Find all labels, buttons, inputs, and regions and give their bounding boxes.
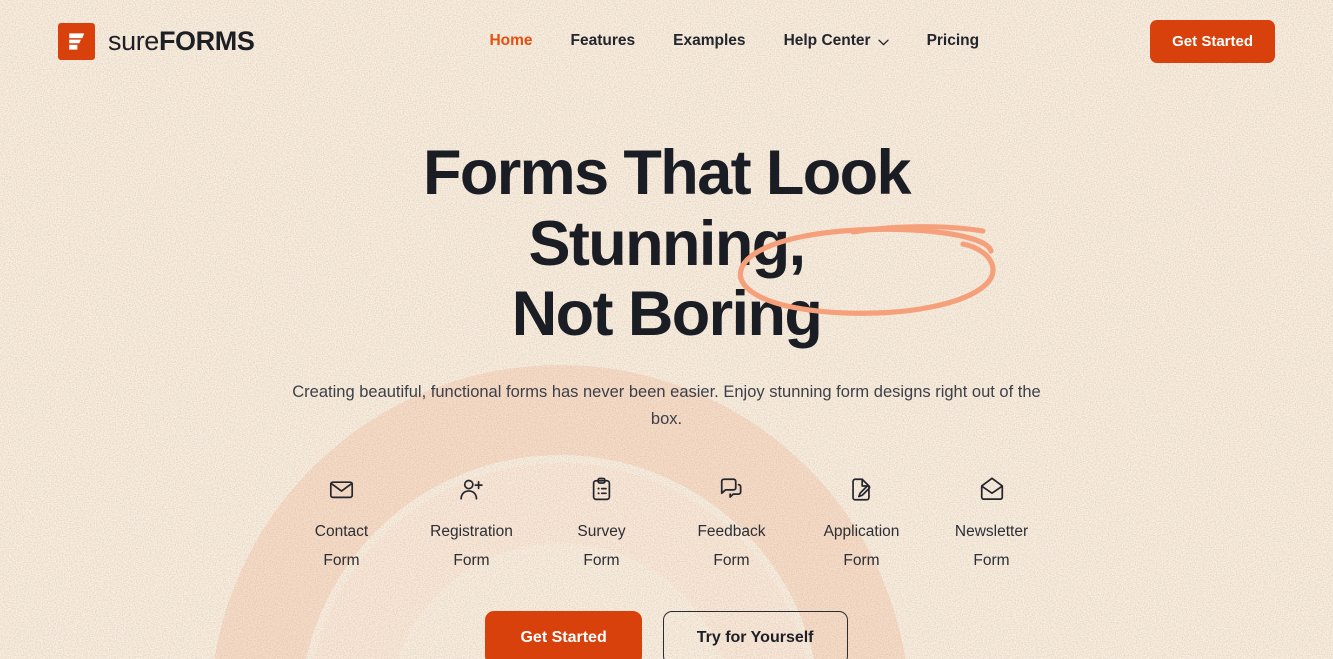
form-type-newsletter[interactable]: Newsletter Form [927,474,1057,575]
main-navigation: Home Features Examples Help Center Prici… [318,28,1150,54]
clipboard-list-icon [588,474,615,504]
form-type-feedback-label: Feedback Form [697,523,766,570]
brand-word-light: sure [108,25,159,56]
hero-section: Forms That Look Stunning, Not Boring Crea… [0,82,1333,659]
page-title: Forms That Look Stunning, Not Boring [287,138,1047,350]
nav-item-features-label: Features [570,32,636,49]
form-type-application-label: Application Form [823,523,900,570]
chevron-down-icon [877,39,889,46]
envelope-icon [328,474,355,504]
user-plus-icon [458,474,485,504]
form-type-list: Contact Form Registration Form Survey Fo… [0,474,1333,575]
open-envelope-icon [978,474,1006,504]
brand-word-bold: FORMS [158,25,255,56]
nav-item-help-center-label: Help Center [783,32,871,49]
headline-highlight: Stunning, [528,208,806,279]
hero-page: sureFORMS Home Features Examples Help Ce… [0,0,1333,659]
hero-get-started-button[interactable]: Get Started [485,610,642,659]
headline-part-2: Not Boring [511,279,823,350]
document-pen-icon [848,474,875,504]
form-type-newsletter-label: Newsletter Form [954,523,1029,570]
form-type-contact[interactable]: Contact Form [277,474,407,575]
brand-logo[interactable]: sureFORMS [58,22,255,60]
speech-bubbles-icon [718,474,746,504]
nav-item-pricing[interactable]: Pricing [925,28,982,54]
form-type-application[interactable]: Application Form [797,474,927,575]
nav-item-home[interactable]: Home [487,28,534,54]
header-get-started-button[interactable]: Get Started [1150,19,1275,63]
headline-part-1: Forms That Look [422,138,912,208]
sureforms-f-logo-icon [58,22,95,60]
form-type-registration-label: Registration Form [430,523,513,570]
form-type-survey[interactable]: Survey Form [537,474,667,575]
form-type-registration[interactable]: Registration Form [407,474,537,575]
nav-item-pricing-label: Pricing [926,32,980,49]
nav-item-features[interactable]: Features [569,28,638,54]
form-type-survey-label: Survey Form [577,523,626,570]
nav-item-home-label: Home [489,32,533,49]
nav-item-examples[interactable]: Examples [671,28,747,54]
hero-cta-group: Get Started Try for Yourself [0,610,1333,659]
nav-item-examples-label: Examples [673,32,746,49]
form-type-feedback[interactable]: Feedback Form [667,474,797,575]
nav-item-help-center[interactable]: Help Center [782,28,891,54]
form-type-contact-label: Contact Form [314,523,369,570]
brand-wordmark: sureFORMS [108,25,255,56]
site-header: sureFORMS Home Features Examples Help Ce… [0,0,1333,82]
hero-try-for-yourself-button[interactable]: Try for Yourself [662,610,848,659]
hero-subheading: Creating beautiful, functional forms has… [292,382,1041,429]
